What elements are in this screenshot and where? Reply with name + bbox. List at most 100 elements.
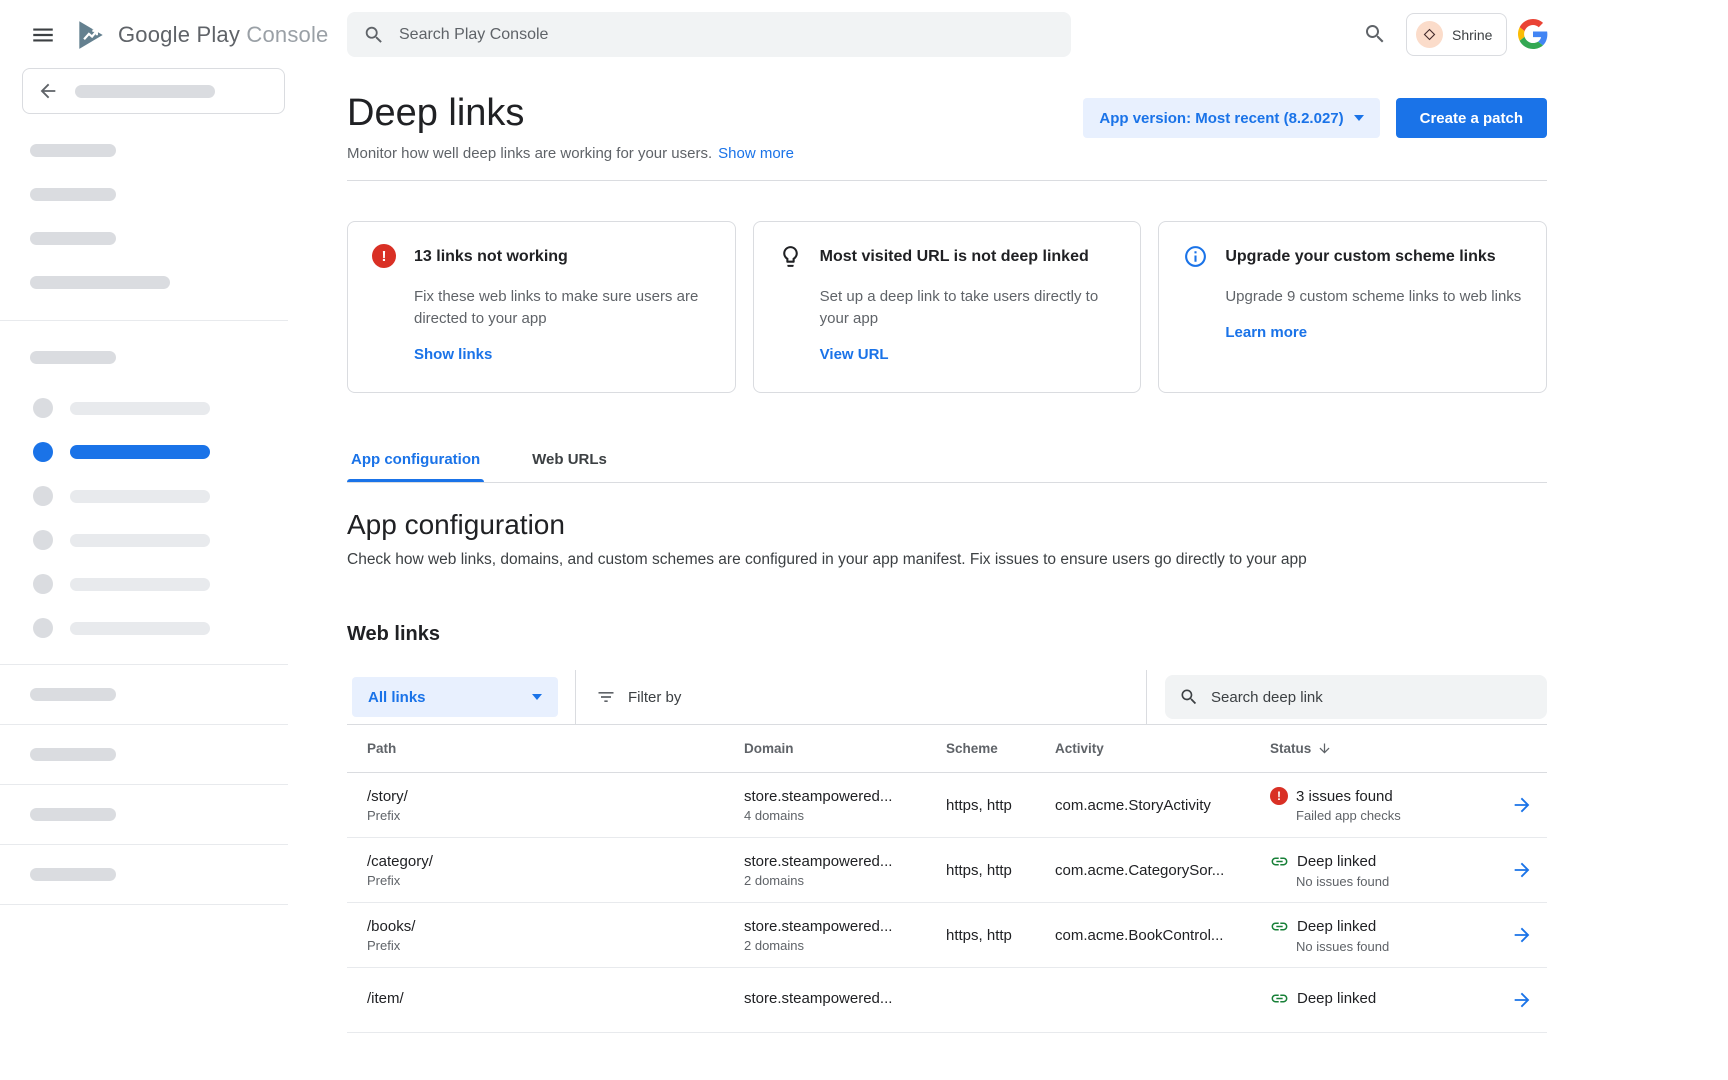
- skeleton-bar: [30, 232, 116, 245]
- skeleton-bar: [30, 144, 116, 157]
- path-value: /item/: [367, 990, 724, 1007]
- row-detail-arrow-icon[interactable]: [1511, 924, 1533, 946]
- learn-more-link[interactable]: Learn more: [1225, 324, 1307, 341]
- nav-dot-icon: [33, 486, 53, 506]
- scheme-value: https, http: [926, 797, 1035, 814]
- sidebar-item[interactable]: [0, 606, 288, 650]
- app-selector[interactable]: Shrine: [1406, 13, 1507, 56]
- tab-bar: App configuration Web URLs: [347, 439, 1547, 483]
- secondary-search-icon[interactable]: [1363, 22, 1387, 46]
- sidebar-item[interactable]: [0, 474, 288, 518]
- activity-value: com.acme.CategorySor...: [1035, 862, 1250, 879]
- info-icon: [1183, 244, 1209, 270]
- table-header-row: Path Domain Scheme Activity Status: [347, 725, 1547, 773]
- hamburger-menu-icon[interactable]: [30, 22, 56, 48]
- tab-app-configuration[interactable]: App configuration: [347, 439, 484, 482]
- create-patch-button[interactable]: Create a patch: [1396, 98, 1547, 138]
- nav-dot-icon: [33, 398, 53, 418]
- section-description: Check how web links, domains, and custom…: [347, 551, 1547, 569]
- domain-value: store.steampowered...: [744, 788, 926, 805]
- card-body: Fix these web links to make sure users a…: [414, 286, 711, 330]
- sidebar-item[interactable]: [0, 562, 288, 606]
- card-upgrade-scheme-links: Upgrade your custom scheme links Upgrade…: [1158, 221, 1547, 393]
- domain-value: store.steampowered...: [744, 990, 926, 1007]
- sort-descending-icon: [1317, 741, 1332, 756]
- card-most-visited-url: Most visited URL is not deep linked Set …: [753, 221, 1142, 393]
- table-row[interactable]: /item/ store.steampowered... Deep linked: [347, 968, 1547, 1033]
- search-icon: [1179, 687, 1199, 707]
- view-url-link[interactable]: View URL: [820, 346, 889, 363]
- sidebar-skeleton-group: [0, 114, 288, 289]
- deep-link-icon: [1270, 852, 1289, 871]
- table-row[interactable]: /books/ Prefix store.steampowered... 2 d…: [347, 903, 1547, 968]
- skeleton-bar: [70, 490, 210, 503]
- scheme-value: https, http: [926, 862, 1035, 879]
- status-detail: No issues found: [1296, 874, 1492, 889]
- status-value: Deep linked: [1297, 853, 1376, 870]
- path-value: /category/: [367, 853, 724, 870]
- sidebar-item[interactable]: [0, 386, 288, 430]
- page-title: Deep links: [347, 92, 794, 135]
- skeleton-bar: [30, 276, 170, 289]
- filter-icon: [596, 687, 616, 707]
- sidebar-item-active[interactable]: [0, 430, 288, 474]
- table-row[interactable]: /story/ Prefix store.steampowered... 4 d…: [347, 773, 1547, 838]
- web-links-title: Web links: [347, 623, 1547, 646]
- sidebar-item[interactable]: [0, 785, 288, 845]
- back-navigation[interactable]: [22, 68, 285, 114]
- lightbulb-icon: [778, 244, 804, 270]
- status-value: Deep linked: [1297, 990, 1376, 1007]
- row-detail-arrow-icon[interactable]: [1511, 794, 1533, 816]
- nav-dot-icon: [33, 530, 53, 550]
- web-links-toolbar: All links Filter by: [347, 670, 1547, 724]
- column-header-status[interactable]: Status: [1250, 741, 1492, 756]
- deep-link-icon: [1270, 989, 1289, 1008]
- sidebar-item[interactable]: [0, 665, 288, 725]
- skeleton-bar: [70, 578, 210, 591]
- header-actions: App version: Most recent (8.2.027) Creat…: [1083, 92, 1547, 138]
- domain-value: store.steampowered...: [744, 853, 926, 870]
- tab-web-urls[interactable]: Web URLs: [528, 439, 611, 482]
- column-header-path[interactable]: Path: [347, 741, 724, 756]
- sidebar-item[interactable]: [0, 518, 288, 562]
- nav-dot-icon: [33, 574, 53, 594]
- filter-by-button[interactable]: Filter by: [596, 687, 681, 707]
- deep-link-search[interactable]: [1165, 675, 1547, 719]
- activity-value: com.acme.BookControl...: [1035, 927, 1250, 944]
- activity-value: com.acme.StoryActivity: [1035, 797, 1250, 814]
- nav-dot-icon: [33, 618, 53, 638]
- card-title: Most visited URL is not deep linked: [820, 246, 1089, 268]
- google-account-avatar[interactable]: [1516, 17, 1550, 51]
- path-value: /story/: [367, 788, 724, 805]
- section-title: App configuration: [347, 509, 1547, 541]
- column-header-domain[interactable]: Domain: [724, 741, 926, 756]
- row-detail-arrow-icon[interactable]: [1511, 859, 1533, 881]
- deep-link-search-input[interactable]: [1211, 689, 1511, 706]
- scheme-value: https, http: [926, 927, 1035, 944]
- links-filter-dropdown[interactable]: All links: [352, 677, 558, 717]
- column-header-scheme[interactable]: Scheme: [926, 741, 1035, 756]
- row-detail-arrow-icon[interactable]: [1511, 989, 1533, 1011]
- page-subtitle: Monitor how well deep links are working …: [347, 145, 794, 162]
- skeleton-bar: [30, 188, 116, 201]
- sidebar-item[interactable]: [0, 725, 288, 785]
- insight-cards: ! 13 links not working Fix these web lin…: [347, 221, 1547, 393]
- global-search-input[interactable]: [399, 26, 999, 44]
- skeleton-bar: [30, 351, 116, 364]
- column-header-activity[interactable]: Activity: [1035, 741, 1250, 756]
- app-version-dropdown[interactable]: App version: Most recent (8.2.027): [1083, 98, 1379, 138]
- global-search[interactable]: [347, 12, 1071, 57]
- path-value: /books/: [367, 918, 724, 935]
- chevron-down-icon: [1354, 115, 1364, 121]
- play-console-logo[interactable]: Google Play Console: [74, 18, 329, 52]
- show-more-link[interactable]: Show more: [718, 145, 794, 162]
- show-links-link[interactable]: Show links: [414, 346, 492, 363]
- path-type: Prefix: [367, 808, 724, 823]
- sidebar-item[interactable]: [0, 845, 288, 905]
- shrine-app-icon: [1416, 21, 1443, 48]
- status-detail: No issues found: [1296, 939, 1492, 954]
- card-body: Upgrade 9 custom scheme links to web lin…: [1225, 286, 1522, 308]
- path-type: Prefix: [367, 938, 724, 953]
- card-title: 13 links not working: [414, 246, 568, 268]
- table-row[interactable]: /category/ Prefix store.steampowered... …: [347, 838, 1547, 903]
